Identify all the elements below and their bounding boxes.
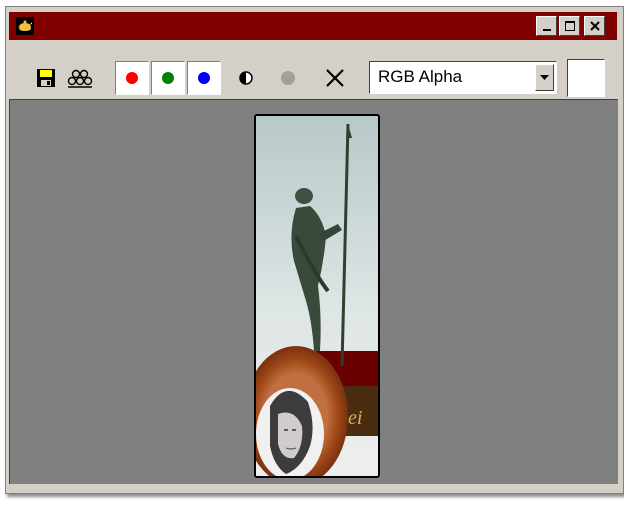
green-dot-icon — [162, 72, 174, 84]
background-color-swatch[interactable] — [567, 59, 605, 97]
title-bar[interactable] — [9, 12, 617, 40]
clone-icon — [67, 69, 93, 88]
maximize-icon — [564, 21, 575, 31]
clone-window-button[interactable] — [65, 65, 95, 91]
chevron-down-icon — [540, 74, 549, 80]
close-icon — [589, 21, 600, 31]
blue-dot-icon — [198, 72, 210, 84]
display-channel-value: RGB Alpha — [378, 67, 463, 86]
display-channel-select[interactable]: RGB Alpha — [369, 61, 557, 94]
mono-display-button[interactable] — [235, 67, 257, 89]
svg-text:ei: ei — [348, 407, 362, 429]
x-icon — [326, 69, 344, 87]
minimize-icon — [542, 29, 551, 31]
red-dot-icon — [126, 72, 138, 84]
dropdown-button[interactable] — [535, 64, 554, 91]
render-canvas: ei — [9, 99, 618, 484]
save-image-button[interactable] — [33, 65, 59, 91]
maximize-button[interactable] — [559, 16, 580, 36]
red-channel-toggle[interactable] — [115, 61, 149, 95]
gray-dot-icon — [281, 71, 295, 85]
alpha-display-button[interactable] — [277, 67, 299, 89]
blue-channel-toggle[interactable] — [187, 61, 221, 95]
close-button[interactable] — [584, 16, 605, 36]
rendered-image: ei — [254, 114, 380, 478]
clear-button[interactable] — [321, 64, 349, 92]
app-teapot-icon[interactable] — [16, 17, 34, 35]
frame-toolbar: RGB Alpha — [9, 45, 617, 97]
minimize-button[interactable] — [536, 16, 557, 36]
rendered-frame-window: RGB Alpha ei — [5, 6, 624, 494]
half-circle-icon — [239, 71, 253, 85]
green-channel-toggle[interactable] — [151, 61, 185, 95]
floppy-disk-icon — [37, 69, 55, 87]
